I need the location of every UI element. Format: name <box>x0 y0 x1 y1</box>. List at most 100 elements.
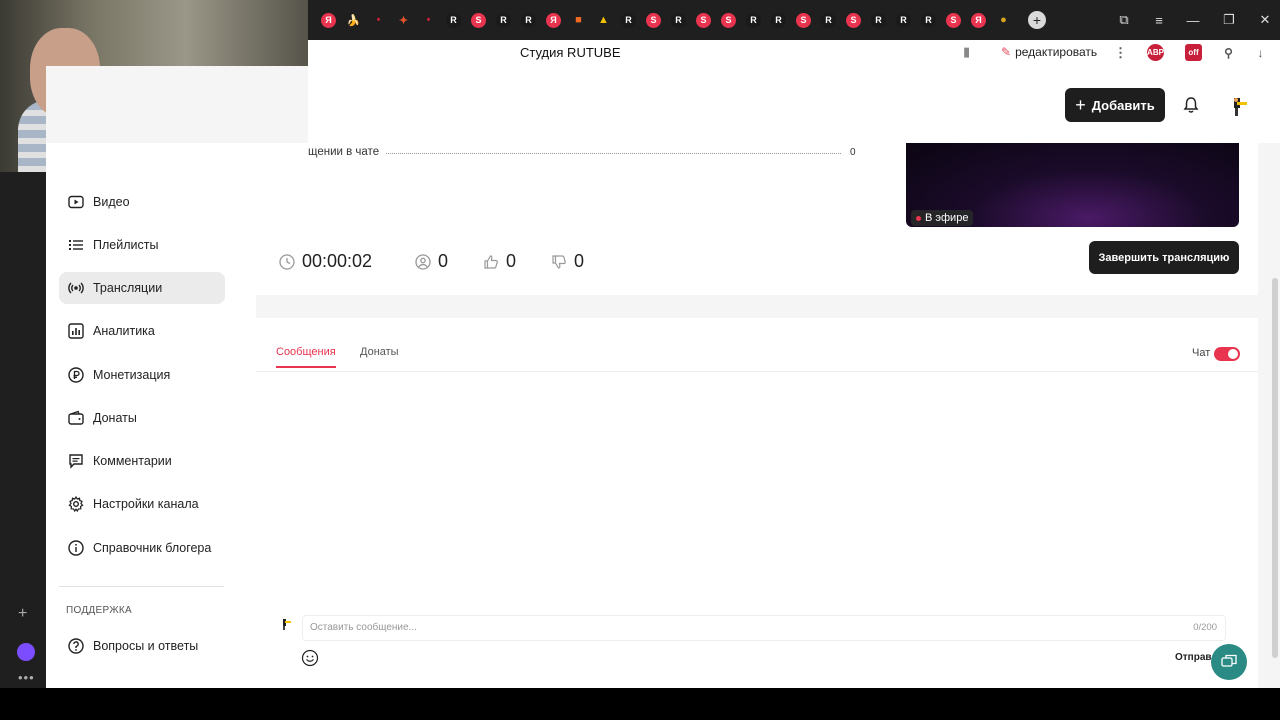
playlist-icon <box>67 236 85 254</box>
tab-messages[interactable]: Сообщения <box>276 346 336 368</box>
browser-tab[interactable]: S <box>691 0 716 40</box>
comment-icon <box>67 452 85 470</box>
browser-tab[interactable]: S <box>941 0 966 40</box>
viewer-icon <box>414 253 432 271</box>
browser-tab[interactable]: Я <box>541 0 566 40</box>
browser-menu-icon[interactable]: ≡ <box>1146 0 1172 40</box>
browser-tab[interactable]: • <box>416 0 441 40</box>
sidebar-item-faq[interactable]: Вопросы и ответы <box>59 630 225 662</box>
sidebar-section-title: ПОДДЕРЖКА <box>66 605 132 616</box>
browser-tab[interactable]: R <box>491 0 516 40</box>
sidebar-item-channel-settings[interactable]: Настройки канала <box>59 488 225 520</box>
tab-favicon-icon: R <box>521 12 536 28</box>
browser-tab[interactable]: ■ <box>566 0 591 40</box>
browser-tab[interactable]: S <box>716 0 741 40</box>
browser-tab[interactable]: Я <box>966 0 991 40</box>
live-badge: В эфире <box>911 210 974 226</box>
tab-favicon-icon: ● <box>1000 14 1007 26</box>
sidebar-item-donations[interactable]: Донаты <box>59 402 225 434</box>
clock-icon <box>278 253 296 271</box>
sidebar: Видео Плейлисты Трансляции Аналитика Мон… <box>46 143 256 688</box>
tab-favicon-icon: S <box>696 12 711 28</box>
restore-icon[interactable]: ❐ <box>1214 0 1244 40</box>
tab-favicon-icon: S <box>471 12 486 28</box>
tab-donations[interactable]: Донаты <box>360 346 399 366</box>
chat-bubble-icon <box>1221 654 1237 667</box>
pencil-icon: ✎ <box>1001 45 1012 59</box>
message-input-placeholder: Оставить сообщение... <box>310 622 417 633</box>
more-apps-icon[interactable]: ••• <box>18 670 35 685</box>
chat-toggle-label: Чат <box>1192 347 1211 359</box>
browser-tab[interactable]: S <box>641 0 666 40</box>
help-chat-button[interactable] <box>1211 644 1247 680</box>
tab-favicon-icon: S <box>721 12 736 28</box>
bell-icon[interactable] <box>1182 96 1200 114</box>
tab-favicon-icon: ■ <box>575 14 582 26</box>
edit-label: редактировать <box>1015 45 1098 59</box>
extensions-puzzle-icon[interactable]: ⚲ <box>1220 44 1237 61</box>
browser-tab[interactable]: R <box>516 0 541 40</box>
browser-tab[interactable]: R <box>891 0 916 40</box>
browser-tab[interactable]: R <box>866 0 891 40</box>
add-button[interactable]: + Добавить <box>1065 88 1165 122</box>
stream-stats-card: щении в чате 0 В эфире 00:00:02 0 0 0 За… <box>256 143 1258 295</box>
adblock-extension-icon[interactable]: ABP <box>1147 44 1164 61</box>
tab-strip: Я 🍌 • ✦ • R S R R Я ■ ▲ R S R S S R R S R S R R R S Я ● + <box>308 0 1046 40</box>
tab-favicon-icon: Я <box>546 12 561 28</box>
browser-side-panel: + ••• <box>0 172 46 688</box>
browser-tab[interactable]: R <box>816 0 841 40</box>
minimize-icon[interactable]: — <box>1178 0 1208 40</box>
browser-tab[interactable]: S <box>841 0 866 40</box>
extension-icon[interactable]: off <box>1185 44 1202 61</box>
emoji-icon[interactable] <box>301 649 319 667</box>
browser-tab[interactable]: R <box>666 0 691 40</box>
add-button-label: Добавить <box>1091 97 1155 113</box>
browser-tab[interactable]: R <box>916 0 941 40</box>
end-stream-button[interactable]: Завершить трансляцию <box>1089 241 1239 274</box>
browser-tab[interactable]: Я <box>316 0 341 40</box>
sidebar-item-broadcasts[interactable]: Трансляции <box>59 272 225 304</box>
tab-favicon-icon: 🍌 <box>346 14 361 27</box>
sidebar-item-label: Справочник блогера <box>93 541 212 555</box>
more-menu-icon[interactable]: ⋮ <box>1112 44 1129 61</box>
sidebar-item-monetization[interactable]: Монетизация <box>59 359 225 391</box>
browser-tab[interactable]: S <box>466 0 491 40</box>
browser-tab[interactable]: • <box>366 0 391 40</box>
browser-tab[interactable]: ▲ <box>591 0 616 40</box>
browser-tab[interactable]: R <box>616 0 641 40</box>
stream-preview[interactable]: В эфире <box>906 143 1239 227</box>
live-dot-icon <box>916 215 921 221</box>
browser-tab[interactable]: R <box>441 0 466 40</box>
browser-tab[interactable]: ✦ <box>391 0 416 40</box>
browser-tab[interactable]: R <box>741 0 766 40</box>
sidebar-item-video[interactable]: Видео <box>59 186 225 218</box>
browser-tab[interactable]: 🍌 <box>341 0 366 40</box>
edit-button[interactable]: ✎ редактировать <box>1001 45 1097 59</box>
avatar[interactable] <box>1225 94 1251 120</box>
video-icon <box>67 193 85 211</box>
tab-search-icon[interactable]: ⧉ <box>1111 0 1137 40</box>
sidebar-item-blogger-guide[interactable]: Справочник блогера <box>59 532 225 564</box>
tab-favicon-icon: R <box>496 12 511 28</box>
sidebar-item-playlists[interactable]: Плейлисты <box>59 229 225 261</box>
send-button[interactable]: Отправ <box>1175 652 1212 663</box>
ruble-icon <box>67 366 85 384</box>
close-window-icon[interactable]: ✕ <box>1250 0 1280 40</box>
add-panel-icon[interactable]: + <box>18 605 27 623</box>
new-tab-button[interactable]: + <box>1028 11 1046 29</box>
browser-tab[interactable]: S <box>791 0 816 40</box>
thumbs-up-icon <box>482 253 500 271</box>
browser-tab[interactable]: R <box>766 0 791 40</box>
browser-tab-bar: Я 🍌 • ✦ • R S R R Я ■ ▲ R S R S S R R S R S R R R S Я ● + ⧉ ≡ — ❐ ✕ <box>308 0 1280 40</box>
tab-favicon-icon: R <box>621 12 636 28</box>
browser-tab[interactable]: ● <box>991 0 1016 40</box>
bookmark-icon[interactable]: ▮ <box>963 44 970 60</box>
studio-page: + Добавить Видео Плейлисты Трансляции Ан… <box>46 66 1280 688</box>
page-scrollbar[interactable] <box>1272 278 1278 658</box>
sidebar-item-comments[interactable]: Комментарии <box>59 445 225 477</box>
message-input[interactable]: Оставить сообщение... 0/200 <box>302 615 1226 641</box>
assistant-app-icon[interactable] <box>17 643 35 661</box>
sidebar-item-analytics[interactable]: Аналитика <box>59 315 225 347</box>
chat-toggle[interactable] <box>1214 347 1240 361</box>
download-icon[interactable]: ↓ <box>1252 44 1269 61</box>
